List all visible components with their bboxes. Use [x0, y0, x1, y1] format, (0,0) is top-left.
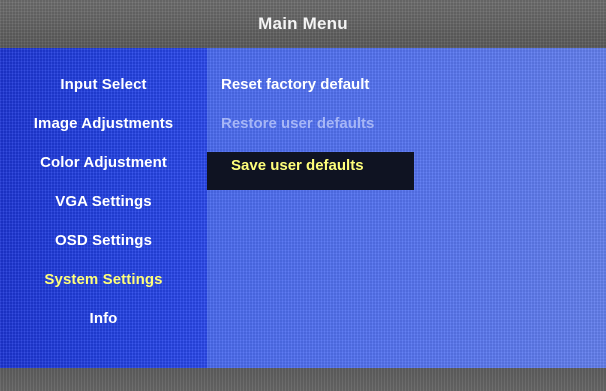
- sidebar-item-input-select[interactable]: Input Select: [0, 73, 207, 112]
- sidebar-item-list: Input Select Image Adjustments Color Adj…: [0, 73, 207, 346]
- restore-user-defaults-option[interactable]: Restore user defaults: [207, 112, 417, 151]
- osd-main-menu: Main Menu Input Select Image Adjustments…: [0, 0, 606, 391]
- save-user-defaults-option[interactable]: Save user defaults: [207, 152, 414, 190]
- sidebar-item-image-adjustments[interactable]: Image Adjustments: [0, 112, 207, 151]
- menu-title: Main Menu: [0, 0, 606, 48]
- status-bar: [0, 368, 606, 391]
- reset-factory-default-option[interactable]: Reset factory default: [207, 73, 417, 112]
- system-settings-options: Reset factory default Restore user defau…: [207, 73, 417, 190]
- system-settings-panel: Reset factory default Restore user defau…: [207, 48, 606, 368]
- sidebar-item-vga-settings[interactable]: VGA Settings: [0, 190, 207, 229]
- sidebar-item-osd-settings[interactable]: OSD Settings: [0, 229, 207, 268]
- sidebar-item-color-adjustment[interactable]: Color Adjustment: [0, 151, 207, 190]
- sidebar-item-system-settings[interactable]: System Settings: [0, 268, 207, 307]
- sidebar-item-info[interactable]: Info: [0, 307, 207, 346]
- sidebar-menu: Input Select Image Adjustments Color Adj…: [0, 48, 207, 368]
